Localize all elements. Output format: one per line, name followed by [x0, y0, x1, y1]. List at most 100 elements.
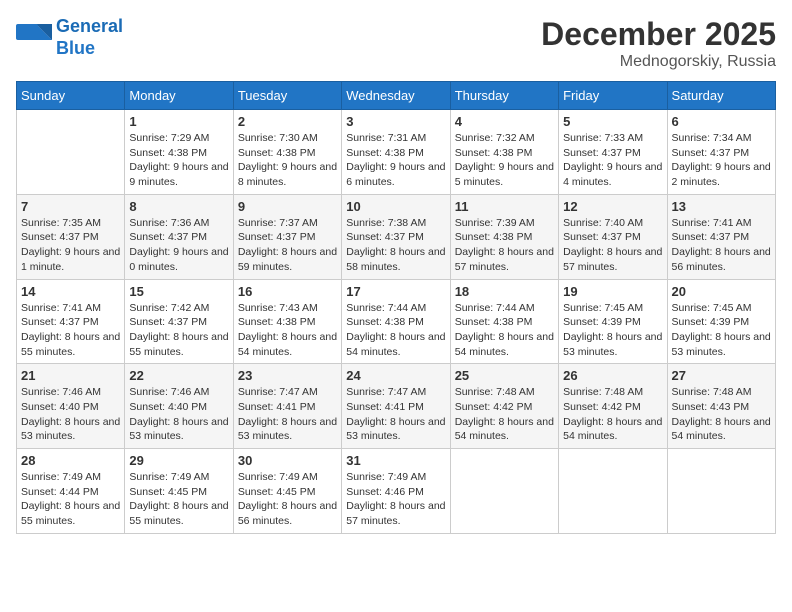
day-info: Sunrise: 7:45 AMSunset: 4:39 PMDaylight:…: [672, 301, 771, 360]
week-row-1: 1Sunrise: 7:29 AMSunset: 4:38 PMDaylight…: [17, 110, 776, 195]
day-info: Sunrise: 7:45 AMSunset: 4:39 PMDaylight:…: [563, 301, 662, 360]
logo-icon: [16, 20, 52, 56]
day-info: Sunrise: 7:48 AMSunset: 4:42 PMDaylight:…: [455, 385, 554, 444]
day-number: 11: [455, 199, 554, 214]
day-info: Sunrise: 7:32 AMSunset: 4:38 PMDaylight:…: [455, 131, 554, 190]
day-number: 1: [129, 114, 228, 129]
day-number: 20: [672, 284, 771, 299]
day-cell: [450, 449, 558, 534]
day-number: 30: [238, 453, 337, 468]
day-cell: 10Sunrise: 7:38 AMSunset: 4:37 PMDayligh…: [342, 194, 450, 279]
day-cell: [17, 110, 125, 195]
day-cell: 20 Sunrise: 7:45 AMSunset: 4:39 PMDayligh…: [667, 279, 775, 364]
day-info: Sunrise: 7:47 AMSunset: 4:41 PMDaylight:…: [346, 385, 445, 444]
weekday-header-wednesday: Wednesday: [342, 82, 450, 110]
day-info: Sunrise: 7:30 AMSunset: 4:38 PMDaylight:…: [238, 131, 337, 190]
day-cell: 19 Sunrise: 7:45 AMSunset: 4:39 PMDayligh…: [559, 279, 667, 364]
page-header: General Blue December 2025 Mednogorskiy,…: [16, 16, 776, 71]
logo-line1: General: [56, 16, 123, 36]
day-info: Sunrise: 7:44 AMSunset: 4:38 PMDaylight:…: [455, 301, 554, 360]
day-number: 18: [455, 284, 554, 299]
day-number: 21: [21, 368, 120, 383]
day-info: Sunrise: 7:49 AMSunset: 4:45 PMDaylight:…: [129, 470, 228, 529]
weekday-header-sunday: Sunday: [17, 82, 125, 110]
day-cell: 6 Sunrise: 7:34 AMSunset: 4:37 PMDaylight…: [667, 110, 775, 195]
day-info: Sunrise: 7:34 AMSunset: 4:37 PMDaylight:…: [672, 131, 771, 190]
day-cell: 5Sunrise: 7:33 AMSunset: 4:37 PMDaylight…: [559, 110, 667, 195]
day-cell: 12Sunrise: 7:40 AMSunset: 4:37 PMDayligh…: [559, 194, 667, 279]
weekday-header-row: SundayMondayTuesdayWednesdayThursdayFrid…: [17, 82, 776, 110]
day-info: Sunrise: 7:42 AMSunset: 4:37 PMDaylight:…: [129, 301, 228, 360]
day-number: 10: [346, 199, 445, 214]
weekday-header-friday: Friday: [559, 82, 667, 110]
day-number: 15: [129, 284, 228, 299]
day-cell: 15 Sunrise: 7:42 AMSunset: 4:37 PMDayligh…: [125, 279, 233, 364]
week-row-5: 28 Sunrise: 7:49 AMSunset: 4:44 PMDayligh…: [17, 449, 776, 534]
day-number: 27: [672, 368, 771, 383]
day-info: Sunrise: 7:41 AMSunset: 4:37 PMDaylight:…: [21, 301, 120, 360]
week-row-3: 14 Sunrise: 7:41 AMSunset: 4:37 PMDayligh…: [17, 279, 776, 364]
day-number: 16: [238, 284, 337, 299]
day-cell: 25 Sunrise: 7:48 AMSunset: 4:42 PMDayligh…: [450, 364, 558, 449]
logo: General Blue: [16, 16, 123, 59]
day-number: 22: [129, 368, 228, 383]
day-cell: 14 Sunrise: 7:41 AMSunset: 4:37 PMDayligh…: [17, 279, 125, 364]
day-cell: 23Sunrise: 7:47 AMSunset: 4:41 PMDayligh…: [233, 364, 341, 449]
day-number: 29: [129, 453, 228, 468]
day-number: 28: [21, 453, 120, 468]
calendar-table: SundayMondayTuesdayWednesdayThursdayFrid…: [16, 81, 776, 534]
day-number: 31: [346, 453, 445, 468]
title-block: December 2025 Mednogorskiy, Russia: [541, 16, 776, 71]
weekday-header-thursday: Thursday: [450, 82, 558, 110]
day-cell: 9 Sunrise: 7:37 AMSunset: 4:37 PMDaylight…: [233, 194, 341, 279]
day-info: Sunrise: 7:49 AMSunset: 4:45 PMDaylight:…: [238, 470, 337, 529]
day-info: Sunrise: 7:39 AMSunset: 4:38 PMDaylight:…: [455, 216, 554, 275]
day-cell: 22 Sunrise: 7:46 AMSunset: 4:40 PMDayligh…: [125, 364, 233, 449]
day-info: Sunrise: 7:46 AMSunset: 4:40 PMDaylight:…: [21, 385, 120, 444]
day-number: 25: [455, 368, 554, 383]
day-cell: [667, 449, 775, 534]
day-number: 6: [672, 114, 771, 129]
day-cell: [559, 449, 667, 534]
day-info: Sunrise: 7:44 AMSunset: 4:38 PMDaylight:…: [346, 301, 445, 360]
day-info: Sunrise: 7:47 AMSunset: 4:41 PMDaylight:…: [238, 385, 337, 444]
day-info: Sunrise: 7:49 AMSunset: 4:44 PMDaylight:…: [21, 470, 120, 529]
day-cell: 30 Sunrise: 7:49 AMSunset: 4:45 PMDayligh…: [233, 449, 341, 534]
day-number: 24: [346, 368, 445, 383]
weekday-header-tuesday: Tuesday: [233, 82, 341, 110]
weekday-header-monday: Monday: [125, 82, 233, 110]
month-title: December 2025: [541, 16, 776, 53]
day-number: 3: [346, 114, 445, 129]
day-cell: 16 Sunrise: 7:43 AMSunset: 4:38 PMDayligh…: [233, 279, 341, 364]
weekday-header-saturday: Saturday: [667, 82, 775, 110]
day-number: 26: [563, 368, 662, 383]
day-cell: 28 Sunrise: 7:49 AMSunset: 4:44 PMDayligh…: [17, 449, 125, 534]
day-cell: 26Sunrise: 7:48 AMSunset: 4:42 PMDayligh…: [559, 364, 667, 449]
day-cell: 24 Sunrise: 7:47 AMSunset: 4:41 PMDayligh…: [342, 364, 450, 449]
day-info: Sunrise: 7:31 AMSunset: 4:38 PMDaylight:…: [346, 131, 445, 190]
day-number: 17: [346, 284, 445, 299]
day-cell: 18 Sunrise: 7:44 AMSunset: 4:38 PMDayligh…: [450, 279, 558, 364]
day-number: 13: [672, 199, 771, 214]
day-info: Sunrise: 7:43 AMSunset: 4:38 PMDaylight:…: [238, 301, 337, 360]
day-cell: 2 Sunrise: 7:30 AMSunset: 4:38 PMDaylight…: [233, 110, 341, 195]
day-number: 7: [21, 199, 120, 214]
day-cell: 8Sunrise: 7:36 AMSunset: 4:37 PMDaylight…: [125, 194, 233, 279]
day-cell: 31Sunrise: 7:49 AMSunset: 4:46 PMDayligh…: [342, 449, 450, 534]
day-cell: 21 Sunrise: 7:46 AMSunset: 4:40 PMDayligh…: [17, 364, 125, 449]
day-cell: 17 Sunrise: 7:44 AMSunset: 4:38 PMDayligh…: [342, 279, 450, 364]
day-info: Sunrise: 7:37 AMSunset: 4:37 PMDaylight:…: [238, 216, 337, 275]
week-row-2: 7Sunrise: 7:35 AMSunset: 4:37 PMDaylight…: [17, 194, 776, 279]
day-number: 5: [563, 114, 662, 129]
day-number: 14: [21, 284, 120, 299]
day-number: 2: [238, 114, 337, 129]
day-cell: 3 Sunrise: 7:31 AMSunset: 4:38 PMDaylight…: [342, 110, 450, 195]
day-cell: 13Sunrise: 7:41 AMSunset: 4:37 PMDayligh…: [667, 194, 775, 279]
day-number: 9: [238, 199, 337, 214]
week-row-4: 21 Sunrise: 7:46 AMSunset: 4:40 PMDayligh…: [17, 364, 776, 449]
location: Mednogorskiy, Russia: [541, 53, 776, 71]
day-info: Sunrise: 7:36 AMSunset: 4:37 PMDaylight:…: [129, 216, 228, 275]
day-number: 12: [563, 199, 662, 214]
day-number: 19: [563, 284, 662, 299]
day-info: Sunrise: 7:46 AMSunset: 4:40 PMDaylight:…: [129, 385, 228, 444]
